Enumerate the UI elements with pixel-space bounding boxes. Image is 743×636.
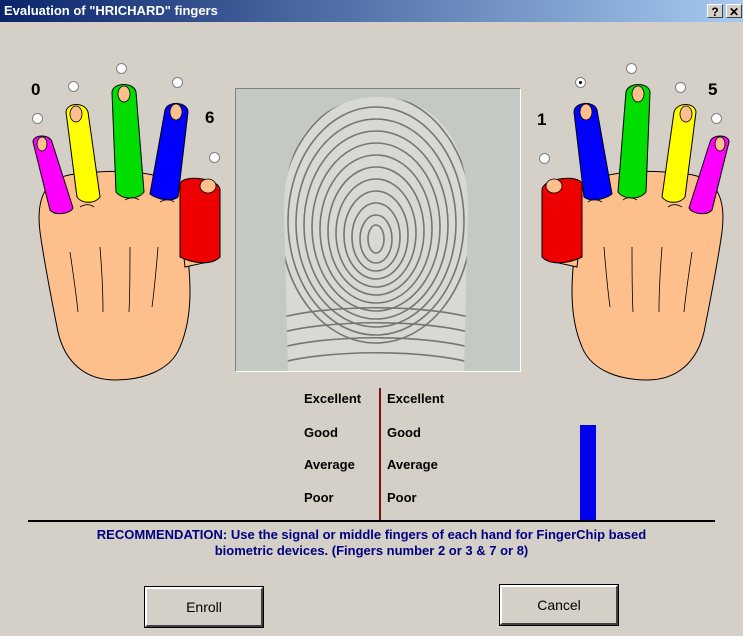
- finger-label-5: 5: [708, 80, 718, 99]
- right-middle-radio[interactable]: [626, 63, 637, 74]
- window-title: Evaluation of "HRICHARD" fingers: [4, 3, 218, 18]
- finger-label-1: 1: [537, 110, 547, 129]
- left-ring-radio[interactable]: [68, 81, 79, 92]
- fingerprint-pattern: [236, 89, 520, 371]
- quality-label-left-excellent: Excellent: [304, 391, 362, 406]
- right-hand-illustration: [541, 84, 730, 381]
- enroll-button[interactable]: Enroll: [144, 586, 264, 628]
- finger-label-0: 0: [31, 80, 41, 99]
- quality-divider: [379, 388, 381, 520]
- left-pinky-radio[interactable]: [32, 113, 43, 124]
- right-ring-radio[interactable]: [675, 82, 686, 93]
- left-hand-illustration: [32, 84, 221, 381]
- quality-label-right-good: Good: [387, 425, 421, 440]
- fingerprint-image: [235, 88, 521, 372]
- evaluation-dialog: Evaluation of "HRICHARD" fingers ? ✕ 0 6…: [0, 0, 743, 636]
- separator-line: [28, 520, 715, 522]
- title-bar: Evaluation of "HRICHARD" fingers ? ✕: [0, 0, 743, 22]
- left-middle-finger: [111, 84, 145, 199]
- quality-level-bar: [580, 425, 596, 520]
- right-thumb-radio[interactable]: [539, 153, 550, 164]
- right-index-radio[interactable]: [575, 77, 586, 88]
- right-middle-finger: [617, 84, 651, 199]
- close-button[interactable]: ✕: [726, 4, 742, 19]
- quality-label-right-excellent: Excellent: [387, 391, 445, 406]
- left-thumb-radio[interactable]: [209, 152, 220, 163]
- recommendation-line-2: biometric devices. (Fingers number 2 or …: [214, 543, 529, 558]
- recommendation-line-1: RECOMMENDATION: Use the signal or middle…: [96, 527, 647, 542]
- recommendation-text: RECOMMENDATION: Use the signal or middle…: [20, 527, 723, 559]
- quality-label-left-good: Good: [304, 425, 338, 440]
- quality-label-right-average: Average: [387, 457, 438, 472]
- left-index-radio[interactable]: [172, 77, 183, 88]
- finger-label-6: 6: [205, 108, 215, 127]
- right-pinky-radio[interactable]: [711, 113, 722, 124]
- quality-label-left-average: Average: [304, 457, 355, 472]
- help-button[interactable]: ?: [707, 4, 723, 19]
- cancel-button[interactable]: Cancel: [499, 584, 619, 626]
- quality-label-right-poor: Poor: [387, 490, 417, 505]
- quality-label-left-poor: Poor: [304, 490, 334, 505]
- left-middle-radio[interactable]: [116, 63, 127, 74]
